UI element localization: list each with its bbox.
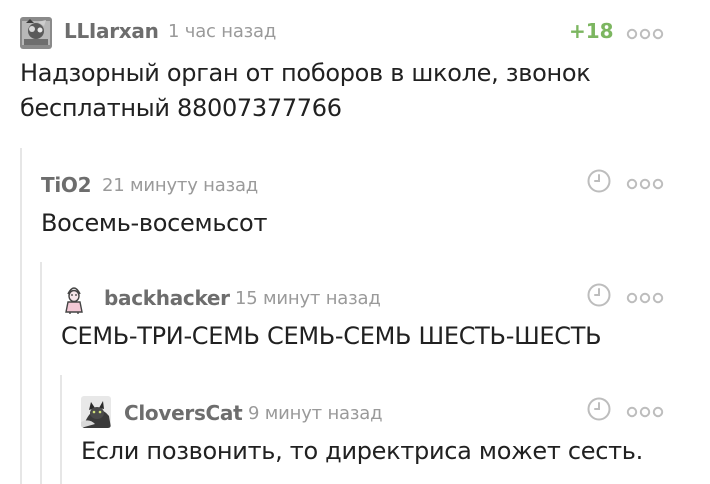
more-options-icon[interactable] [626,406,664,418]
comment-time[interactable]: 21 минуту назад [102,175,258,196]
comment-author[interactable]: CloversCat [124,401,243,425]
avatar[interactable] [20,17,52,49]
comment-author[interactable]: backhacker [104,286,230,310]
avatar[interactable] [60,284,88,314]
comment-text: Если позвонить, то директриса может сест… [81,437,643,465]
comment-text: СЕМЬ-ТРИ-СЕМЬ СЕМЬ-СЕМЬ ШЕСТЬ-ШЕСТЬ [61,322,602,350]
comment-time[interactable]: 15 минут назад [235,288,381,309]
avatar-image-icon [20,17,52,49]
avatar-cat-icon [81,396,111,428]
comment-rating: +18 [569,19,614,43]
more-options-icon[interactable] [626,292,664,304]
more-options-icon[interactable] [626,28,664,40]
comment-author[interactable]: LLIarxan [64,19,159,43]
clock-icon[interactable] [587,169,611,193]
clock-icon[interactable] [587,283,611,307]
comment-cloverscat: CloversCat 9 минут назад Если позвонить,… [0,378,710,484]
comment-author[interactable]: TiO2 [41,173,92,197]
comment-backhacker: backhacker 15 минут назад СЕМЬ-ТРИ-СЕМЬ … [0,264,710,374]
clock-icon[interactable] [587,397,611,421]
comment-text: Восемь-восемьсот [41,209,268,237]
comment-time[interactable]: 9 минут назад [248,403,383,424]
more-options-icon[interactable] [626,178,664,190]
comment-time[interactable]: 1 час назад [168,21,276,42]
avatar-figure-icon [60,284,88,314]
comment-text-line-1: Надзорный орган от поборов в школе, звон… [20,59,591,87]
comment-lliarxan: LLIarxan 1 час назад +18 Надзорный орган… [0,0,710,140]
comment-tio2: TiO2 21 минуту назад Восемь-восемьсот [0,150,710,260]
avatar[interactable] [81,396,111,428]
comment-text-line-2: бесплатный 88007377766 [20,94,342,122]
